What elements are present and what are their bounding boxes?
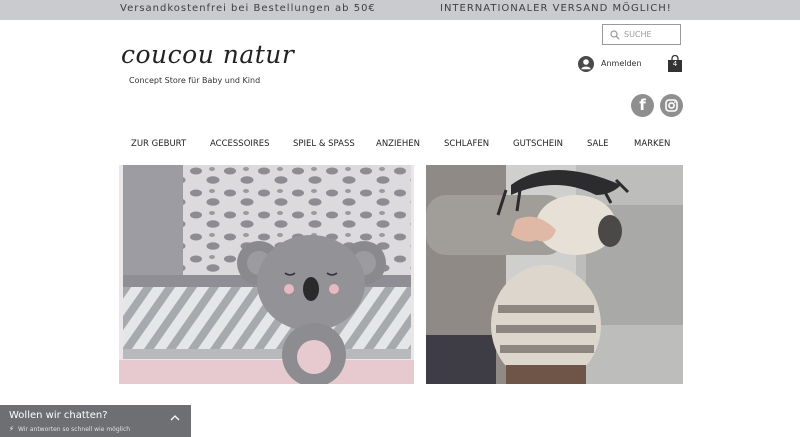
zebra-plush-illustration <box>426 165 683 384</box>
site-logo[interactable]: coucou natur <box>121 40 294 69</box>
nav-item-accessoires[interactable]: ACCESSOIRES <box>210 139 270 149</box>
cart-button[interactable]: 4 <box>667 54 683 73</box>
nav-item-schlafen[interactable]: SCHLAFEN <box>444 139 489 149</box>
instagram-icon <box>665 99 678 112</box>
site-tagline: Concept Store für Baby und Kind <box>129 76 261 85</box>
chevron-up-icon[interactable] <box>170 414 180 422</box>
hero-image-koala[interactable] <box>119 165 414 384</box>
announcement-bar: Versandkostenfrei bei Bestellungen ab 50… <box>0 0 800 20</box>
nav-item-gutschein[interactable]: GUTSCHEIN <box>513 139 563 149</box>
free-shipping-text: Versandkostenfrei bei Bestellungen ab 50… <box>120 3 376 14</box>
facebook-link[interactable]: f <box>631 94 654 117</box>
hero-image-zebra[interactable] <box>426 165 683 384</box>
nav-item-anziehen[interactable]: ANZIEHEN <box>376 139 420 149</box>
chat-title: Wollen wir chatten? <box>9 410 108 421</box>
instagram-link[interactable] <box>660 94 683 117</box>
nav-item-marken[interactable]: MARKEN <box>634 139 670 149</box>
chat-widget[interactable]: Wollen wir chatten? ⚡ Wir antworten so s… <box>0 405 191 437</box>
search-input[interactable] <box>624 27 678 42</box>
facebook-icon: f <box>639 96 646 114</box>
search-box[interactable] <box>602 24 681 45</box>
nav-item-spiel-spass[interactable]: SPIEL & SPASS <box>293 139 355 149</box>
koala-rattle-illustration <box>119 165 414 384</box>
chat-subtitle: Wir antworten so schnell wie möglich <box>18 426 131 433</box>
nav-item-sale[interactable]: SALE <box>587 139 608 149</box>
login-label: Anmelden <box>601 59 642 68</box>
cart-count: 4 <box>672 60 678 68</box>
international-shipping-text: INTERNATIONALER VERSAND MÖGLICH! <box>440 3 672 14</box>
search-icon <box>610 30 620 40</box>
lightning-icon: ⚡ <box>9 425 14 433</box>
main-nav: ZUR GEBURT ACCESSOIRES SPIEL & SPASS ANZ… <box>0 139 800 153</box>
user-avatar-icon <box>578 56 594 72</box>
nav-item-zur-geburt[interactable]: ZUR GEBURT <box>131 139 186 149</box>
